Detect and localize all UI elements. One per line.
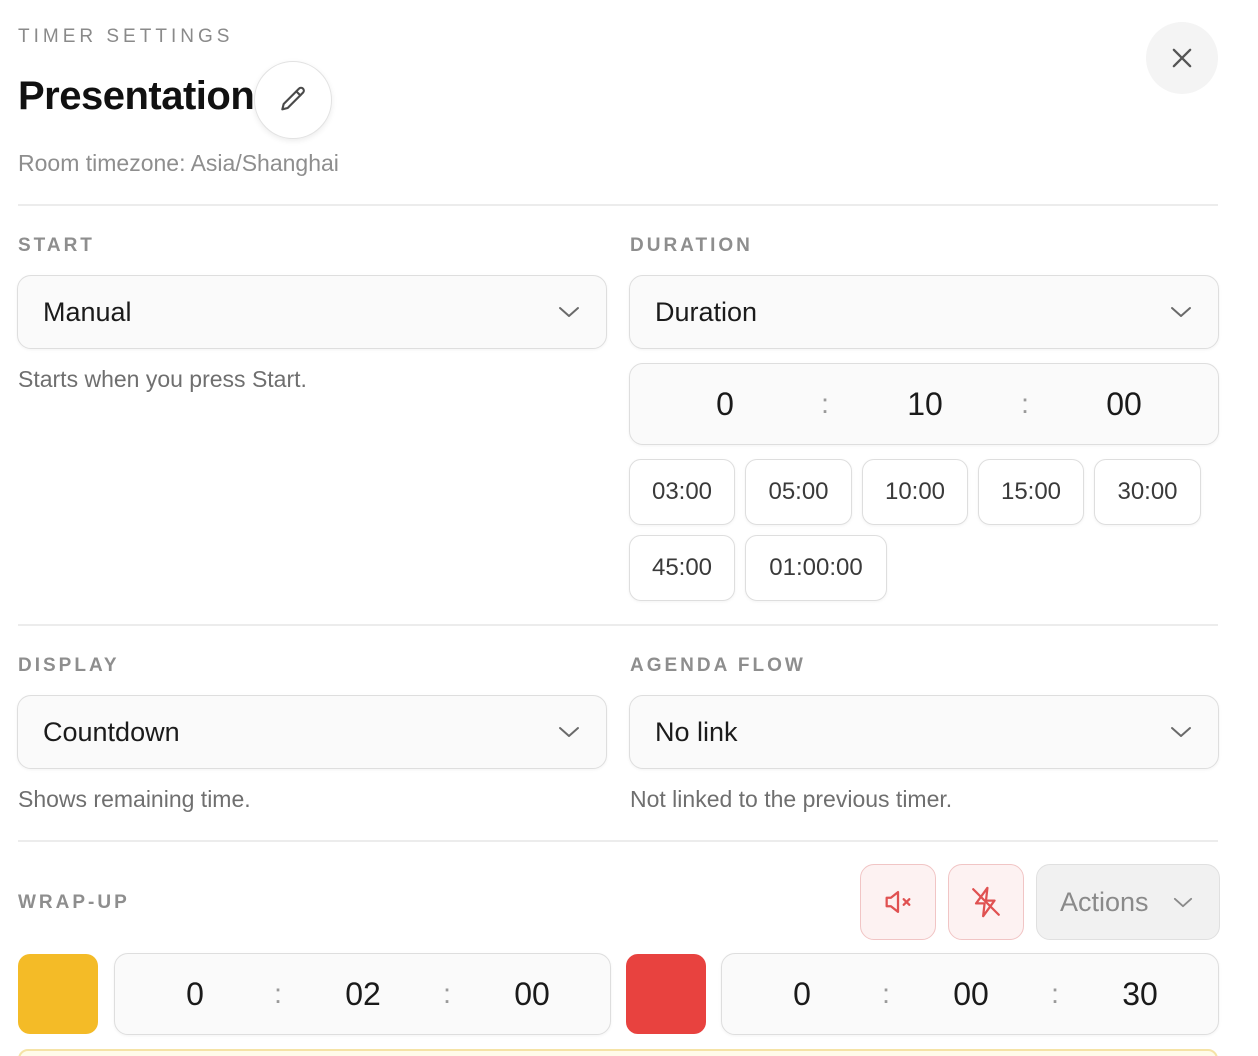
chevron-down-icon (1173, 897, 1193, 907)
hours-field[interactable]: 0 (762, 954, 842, 1034)
duration-time-input: 0 : 10 : 00 (629, 363, 1219, 445)
chevron-down-icon (1171, 307, 1191, 317)
close-button[interactable] (1146, 22, 1218, 94)
hours-field[interactable]: 0 (685, 364, 765, 444)
chevron-down-icon (559, 307, 579, 317)
start-hint: Starts when you press Start. (18, 366, 307, 392)
wrapup-label: WRAP-UP (18, 892, 130, 913)
preset-button[interactable]: 03:00 (629, 459, 735, 525)
duration-label: DURATION (630, 235, 753, 256)
divider (18, 204, 1218, 206)
pencil-icon (281, 86, 305, 111)
preset-button[interactable]: 01:00:00 (745, 535, 887, 601)
divider (18, 624, 1218, 626)
agenda-flow-hint: Not linked to the previous timer. (630, 786, 953, 812)
chevron-down-icon (1171, 727, 1191, 737)
speaker-mute-icon (885, 890, 911, 914)
duration-select[interactable]: Duration (629, 275, 1219, 349)
section-eyebrow: TIMER SETTINGS (18, 26, 234, 47)
seconds-field[interactable]: 00 (492, 954, 572, 1034)
time-separator: : (1021, 388, 1029, 419)
time-separator: : (882, 978, 890, 1009)
start-select[interactable]: Manual (17, 275, 607, 349)
room-timezone: Room timezone: Asia/Shanghai (18, 150, 339, 176)
flash-off-icon (972, 886, 1000, 918)
seconds-field[interactable]: 00 (1084, 364, 1164, 444)
minutes-field[interactable]: 00 (931, 954, 1011, 1034)
time-separator: : (1051, 978, 1059, 1009)
preset-button[interactable]: 15:00 (978, 459, 1084, 525)
display-select-value: Countdown (43, 716, 180, 747)
display-select[interactable]: Countdown (17, 695, 607, 769)
wrapup-red-color-swatch[interactable] (626, 954, 706, 1034)
preset-button[interactable]: 30:00 (1094, 459, 1201, 525)
close-icon (1172, 48, 1192, 68)
preset-button[interactable]: 10:00 (862, 459, 968, 525)
minutes-field[interactable]: 10 (885, 364, 965, 444)
minutes-field[interactable]: 02 (323, 954, 403, 1034)
divider (18, 840, 1218, 842)
start-select-value: Manual (43, 296, 132, 327)
edit-title-button[interactable] (254, 61, 332, 139)
mute-sound-button[interactable] (860, 864, 936, 940)
time-separator: : (443, 978, 451, 1009)
flash-off-button[interactable] (948, 864, 1024, 940)
agenda-flow-select[interactable]: No link (629, 695, 1219, 769)
seconds-field[interactable]: 30 (1100, 954, 1180, 1034)
agenda-flow-select-value: No link (655, 716, 738, 747)
time-separator: : (821, 388, 829, 419)
duration-select-value: Duration (655, 296, 758, 327)
wrapup-warning-banner (18, 1049, 1218, 1056)
wrapup-yellow-color-swatch[interactable] (18, 954, 98, 1034)
display-hint: Shows remaining time. (18, 786, 251, 812)
timer-title: Presentation (18, 74, 255, 118)
preset-button[interactable]: 05:00 (745, 459, 852, 525)
actions-dropdown-button[interactable]: Actions (1036, 864, 1220, 940)
display-label: DISPLAY (18, 655, 120, 676)
start-label: START (18, 235, 95, 256)
preset-button[interactable]: 45:00 (629, 535, 735, 601)
hours-field[interactable]: 0 (155, 954, 235, 1034)
agenda-flow-label: AGENDA FLOW (630, 655, 806, 676)
wrapup-yellow-time-input: 0 : 02 : 00 (114, 953, 611, 1035)
actions-label: Actions (1060, 886, 1149, 917)
chevron-down-icon (559, 727, 579, 737)
time-separator: : (274, 978, 282, 1009)
wrapup-red-time-input: 0 : 00 : 30 (721, 953, 1219, 1035)
